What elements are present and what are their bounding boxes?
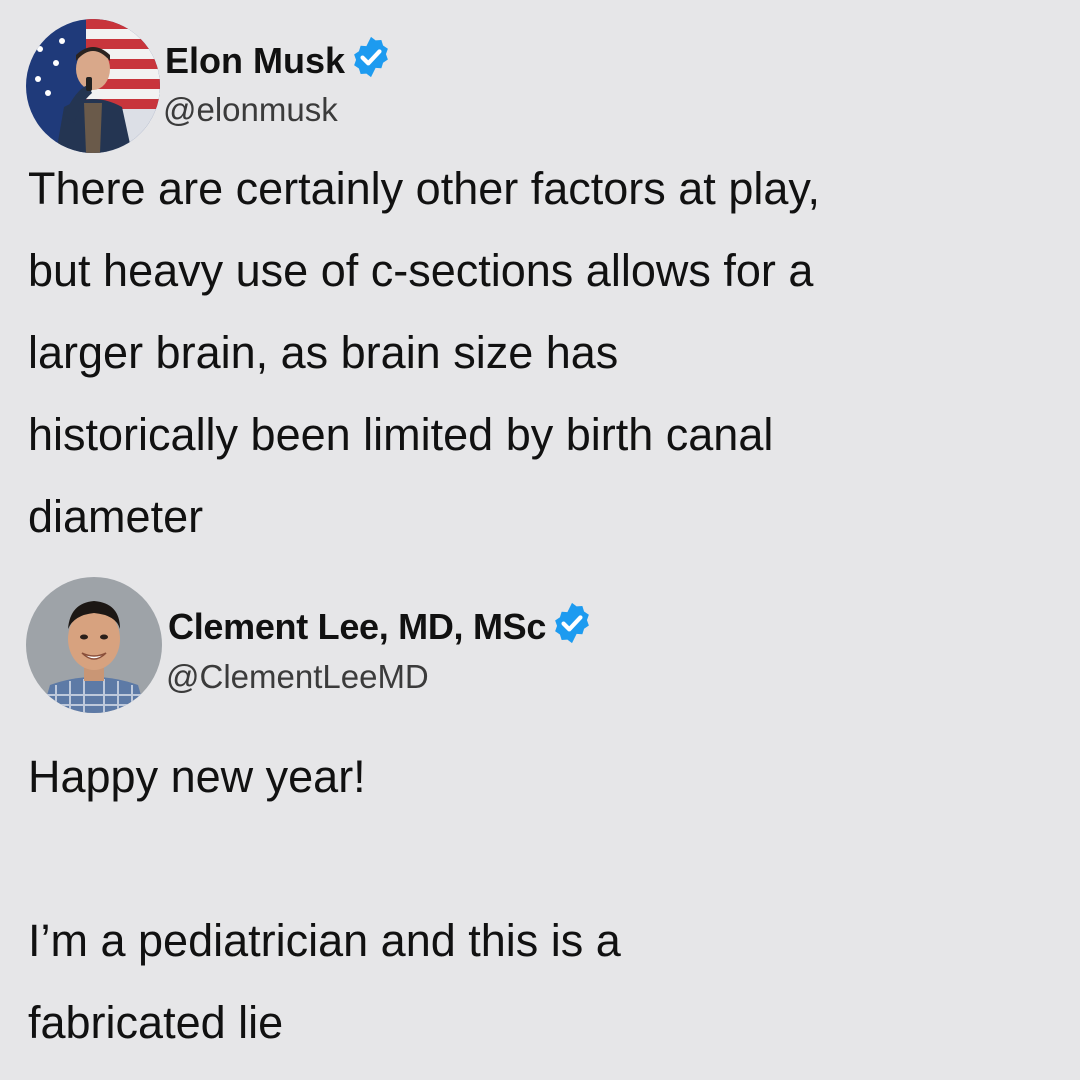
verified-badge-icon	[348, 34, 394, 80]
avatar[interactable]	[26, 577, 162, 713]
tweet-text-line: larger brain, as brain size has	[28, 327, 619, 378]
avatar[interactable]	[26, 19, 160, 153]
tweet-text-line: I’m a pediatrician and this is a	[28, 915, 621, 966]
display-name-text: Clement Lee, MD, MSc	[168, 606, 547, 647]
tweet-text-line: fabricated lie	[28, 997, 284, 1048]
profile-photo-icon	[26, 19, 160, 153]
tweet-text: There are certainly other factors at pla…	[28, 148, 1068, 558]
user-handle[interactable]: @ClementLeeMD	[166, 658, 429, 696]
tweet-text: Happy new year! I’m a pediatrician and t…	[28, 736, 1068, 1064]
verified-badge-icon	[549, 600, 595, 646]
display-name-text: Elon Musk	[165, 40, 346, 81]
profile-photo-icon	[26, 577, 162, 713]
tweet-text-line: There are certainly other factors at pla…	[28, 163, 821, 214]
display-name[interactable]: Elon Musk	[165, 34, 394, 82]
tweet-text-line: Happy new year!	[28, 751, 366, 802]
tweet-text-line: historically been limited by birth canal	[28, 409, 774, 460]
tweet-text-line: but heavy use of c-sections allows for a	[28, 245, 814, 296]
tweet-text-line: diameter	[28, 491, 204, 542]
display-name[interactable]: Clement Lee, MD, MSc	[168, 600, 595, 648]
user-handle[interactable]: @elonmusk	[163, 91, 338, 129]
